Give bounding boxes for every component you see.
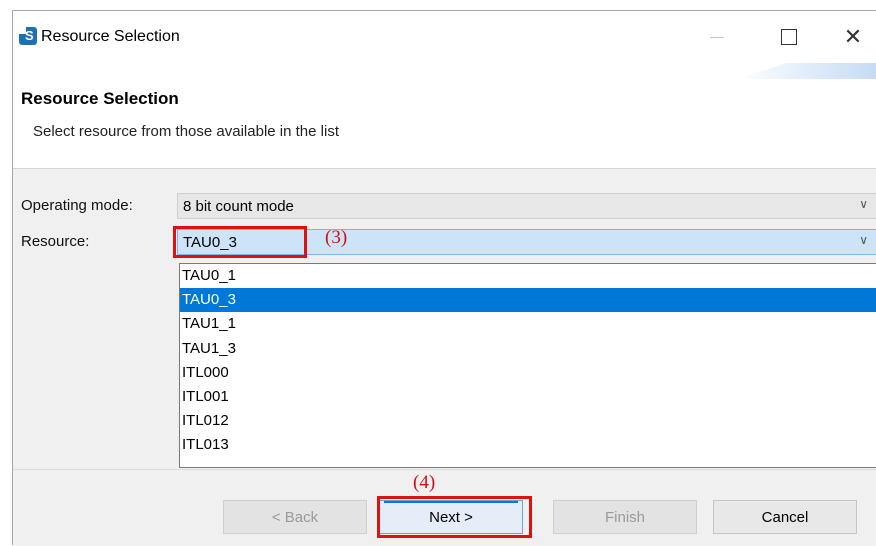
annotation-label-3: (3) (325, 227, 348, 248)
operating-mode-label: Operating mode: (21, 197, 133, 214)
header-banner (737, 63, 876, 79)
operating-mode-value: 8 bit count mode (183, 197, 294, 215)
window-title: Resource Selection (41, 28, 180, 45)
app-logo-icon: S (19, 27, 37, 45)
chevron-down-icon: ∨ (859, 233, 868, 247)
list-item[interactable]: TAU1_3 (180, 337, 876, 361)
minimize-button[interactable] (697, 21, 737, 53)
chevron-down-icon: ∨ (859, 197, 868, 211)
resource-selection-dialog: S Resource Selection ✕ Resource Selectio… (12, 10, 876, 546)
maximize-button[interactable] (769, 21, 809, 53)
cancel-button[interactable]: Cancel (713, 500, 857, 534)
list-item[interactable]: ITL013 (180, 433, 876, 457)
page-title: Resource Selection (21, 89, 179, 108)
list-item[interactable]: TAU1_1 (180, 312, 876, 336)
list-item[interactable]: TAU0_1 (180, 264, 876, 288)
dialog-footer: < Back Next > Finish Cancel (4) (13, 469, 876, 546)
annotation-label-4: (4) (413, 472, 436, 493)
list-item-selected[interactable]: TAU0_3 (180, 288, 876, 313)
list-item[interactable]: ITL001 (180, 385, 876, 409)
annotation-box-3 (173, 226, 307, 258)
title-bar: S Resource Selection ✕ (13, 11, 876, 63)
resource-options-list[interactable]: TAU0_1 TAU0_3 TAU1_1 TAU1_3 ITL000 ITL00… (179, 263, 876, 468)
dialog-content: Operating mode: 8 bit count mode ∨ Resou… (13, 169, 876, 469)
list-item[interactable]: ITL000 (180, 361, 876, 385)
list-item[interactable]: ITL012 (180, 409, 876, 433)
back-button[interactable]: < Back (223, 500, 367, 534)
finish-button[interactable]: Finish (553, 500, 697, 534)
operating-mode-select[interactable]: 8 bit count mode ∨ (177, 193, 876, 219)
close-button[interactable]: ✕ (833, 21, 873, 53)
resource-label: Resource: (21, 233, 90, 250)
page-description: Select resource from those available in … (33, 123, 339, 140)
annotation-box-4 (377, 496, 532, 538)
dialog-header: Resource Selection Select resource from … (13, 63, 876, 169)
